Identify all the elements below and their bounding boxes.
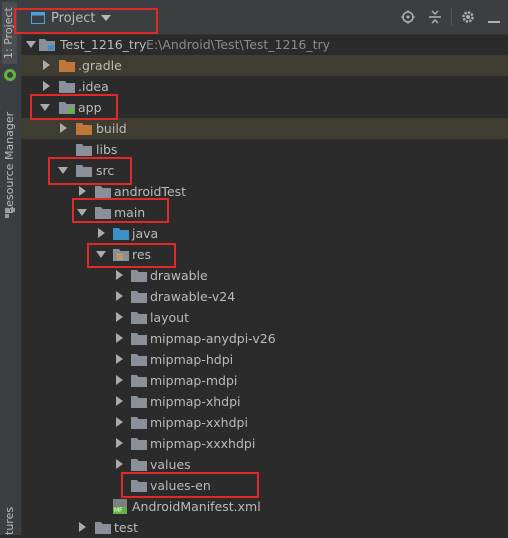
folder-icon (131, 354, 147, 366)
collapsed-arrow-icon[interactable] (116, 270, 123, 280)
highlight-box-src (48, 157, 132, 185)
collapsed-arrow-icon[interactable] (116, 417, 123, 427)
folder-label: layout (150, 310, 190, 325)
hide-icon[interactable] (487, 10, 501, 24)
collapsed-arrow-icon[interactable] (98, 228, 105, 238)
tree-row-res-child[interactable]: mipmap-mdpi (21, 370, 508, 391)
folder-icon (131, 333, 147, 345)
collapsed-arrow-icon[interactable] (43, 81, 50, 91)
tree-row-res-child[interactable]: values-en (21, 475, 508, 496)
locate-icon[interactable] (401, 10, 415, 24)
tree-row-res-child[interactable]: drawable-v24 (21, 286, 508, 307)
tree-row-res-child[interactable]: drawable (21, 265, 508, 286)
folder-icon (59, 81, 75, 93)
folder-label: mipmap-anydpi-v26 (150, 331, 276, 346)
collapsed-arrow-icon[interactable] (116, 333, 123, 343)
folder-icon (76, 144, 92, 156)
highlight-box-values-en (121, 472, 259, 498)
folder-icon (131, 291, 147, 303)
tool-window-strip: 1: Project Resource Manager tures (0, 0, 22, 535)
root-project-path: E:\Android\Test\Test_1216_try (146, 37, 331, 52)
highlight-box-project (14, 8, 158, 34)
collapsed-arrow-icon[interactable] (116, 375, 123, 385)
folder-icon (131, 438, 147, 450)
android-icon (4, 69, 16, 81)
collapsed-arrow-icon[interactable] (116, 396, 123, 406)
tree-row-java[interactable]: java (21, 223, 508, 244)
tree-row-manifest[interactable]: MF AndroidManifest.xml (21, 496, 508, 517)
tree-row-gradle[interactable]: .gradle (21, 55, 508, 76)
folder-label: androidTest (114, 184, 187, 199)
tree-row-build[interactable]: build (21, 118, 508, 139)
folder-label: mipmap-hdpi (150, 352, 234, 367)
module-folder-icon (39, 39, 55, 51)
folder-label: drawable-v24 (150, 289, 236, 304)
folder-icon (131, 270, 147, 282)
folder-label: mipmap-xxhdpi (150, 415, 248, 430)
manifest-badge: MF (114, 507, 123, 514)
tree-row-res-child[interactable]: layout (21, 307, 508, 328)
gear-icon[interactable] (461, 10, 475, 24)
folder-label: libs (96, 142, 118, 157)
source-folder-icon (113, 228, 129, 240)
toolbar-separator (451, 8, 452, 26)
tree-row-res-child[interactable]: values (21, 454, 508, 475)
collapsed-arrow-icon[interactable] (116, 291, 123, 301)
folder-label: mipmap-xhdpi (150, 394, 241, 409)
resource-manager-tab[interactable]: Resource Manager (3, 102, 16, 214)
folder-icon (95, 186, 111, 198)
folder-label: build (96, 121, 127, 136)
collapse-all-icon[interactable] (428, 10, 442, 24)
folder-icon (131, 396, 147, 408)
highlight-box-main (72, 198, 169, 223)
highlight-box-res (87, 243, 176, 268)
collapsed-arrow-icon[interactable] (116, 354, 123, 364)
tree-row-res-child[interactable]: mipmap-hdpi (21, 349, 508, 370)
project-panel: Project Test_1216_try E:\Android\Test\Te… (14, 0, 508, 535)
collapsed-arrow-icon[interactable] (79, 522, 86, 532)
tree-row-res-child[interactable]: mipmap-xhdpi (21, 391, 508, 412)
folder-label: java (132, 226, 159, 241)
excluded-folder-icon (76, 123, 92, 135)
folder-icon (131, 312, 147, 324)
folder-label: mipmap-xxxhdpi (150, 436, 256, 451)
tree-row-res-child[interactable]: mipmap-xxxhdpi (21, 433, 508, 454)
highlight-box-app (30, 94, 118, 120)
folder-icon (131, 417, 147, 429)
collapsed-arrow-icon[interactable] (116, 438, 123, 448)
tree-row-root[interactable]: Test_1216_try E:\Android\Test\Test_1216_… (21, 34, 508, 55)
collapsed-arrow-icon[interactable] (43, 60, 50, 70)
excluded-folder-icon (59, 60, 75, 72)
folder-label: mipmap-mdpi (150, 373, 238, 388)
resource-manager-icon (5, 208, 15, 218)
collapsed-arrow-icon[interactable] (116, 459, 123, 469)
tree-row-res-child[interactable]: mipmap-xxhdpi (21, 412, 508, 433)
tree-row-res-child[interactable]: mipmap-anydpi-v26 (21, 328, 508, 349)
root-project-name: Test_1216_try (60, 37, 147, 52)
folder-label: drawable (150, 268, 208, 283)
folder-label: test (114, 520, 139, 535)
file-label: AndroidManifest.xml (132, 499, 261, 514)
collapsed-arrow-icon[interactable] (79, 186, 86, 196)
collapsed-arrow-icon[interactable] (116, 312, 123, 322)
folder-label: .idea (78, 79, 109, 94)
folder-icon (95, 522, 111, 534)
folder-icon (131, 459, 147, 471)
folder-label: values (150, 457, 191, 472)
folder-label: .gradle (78, 58, 122, 73)
structure-tool-tab[interactable]: tures (3, 500, 16, 535)
expanded-arrow-icon[interactable] (26, 41, 36, 48)
collapsed-arrow-icon[interactable] (60, 123, 67, 133)
folder-icon (131, 375, 147, 387)
